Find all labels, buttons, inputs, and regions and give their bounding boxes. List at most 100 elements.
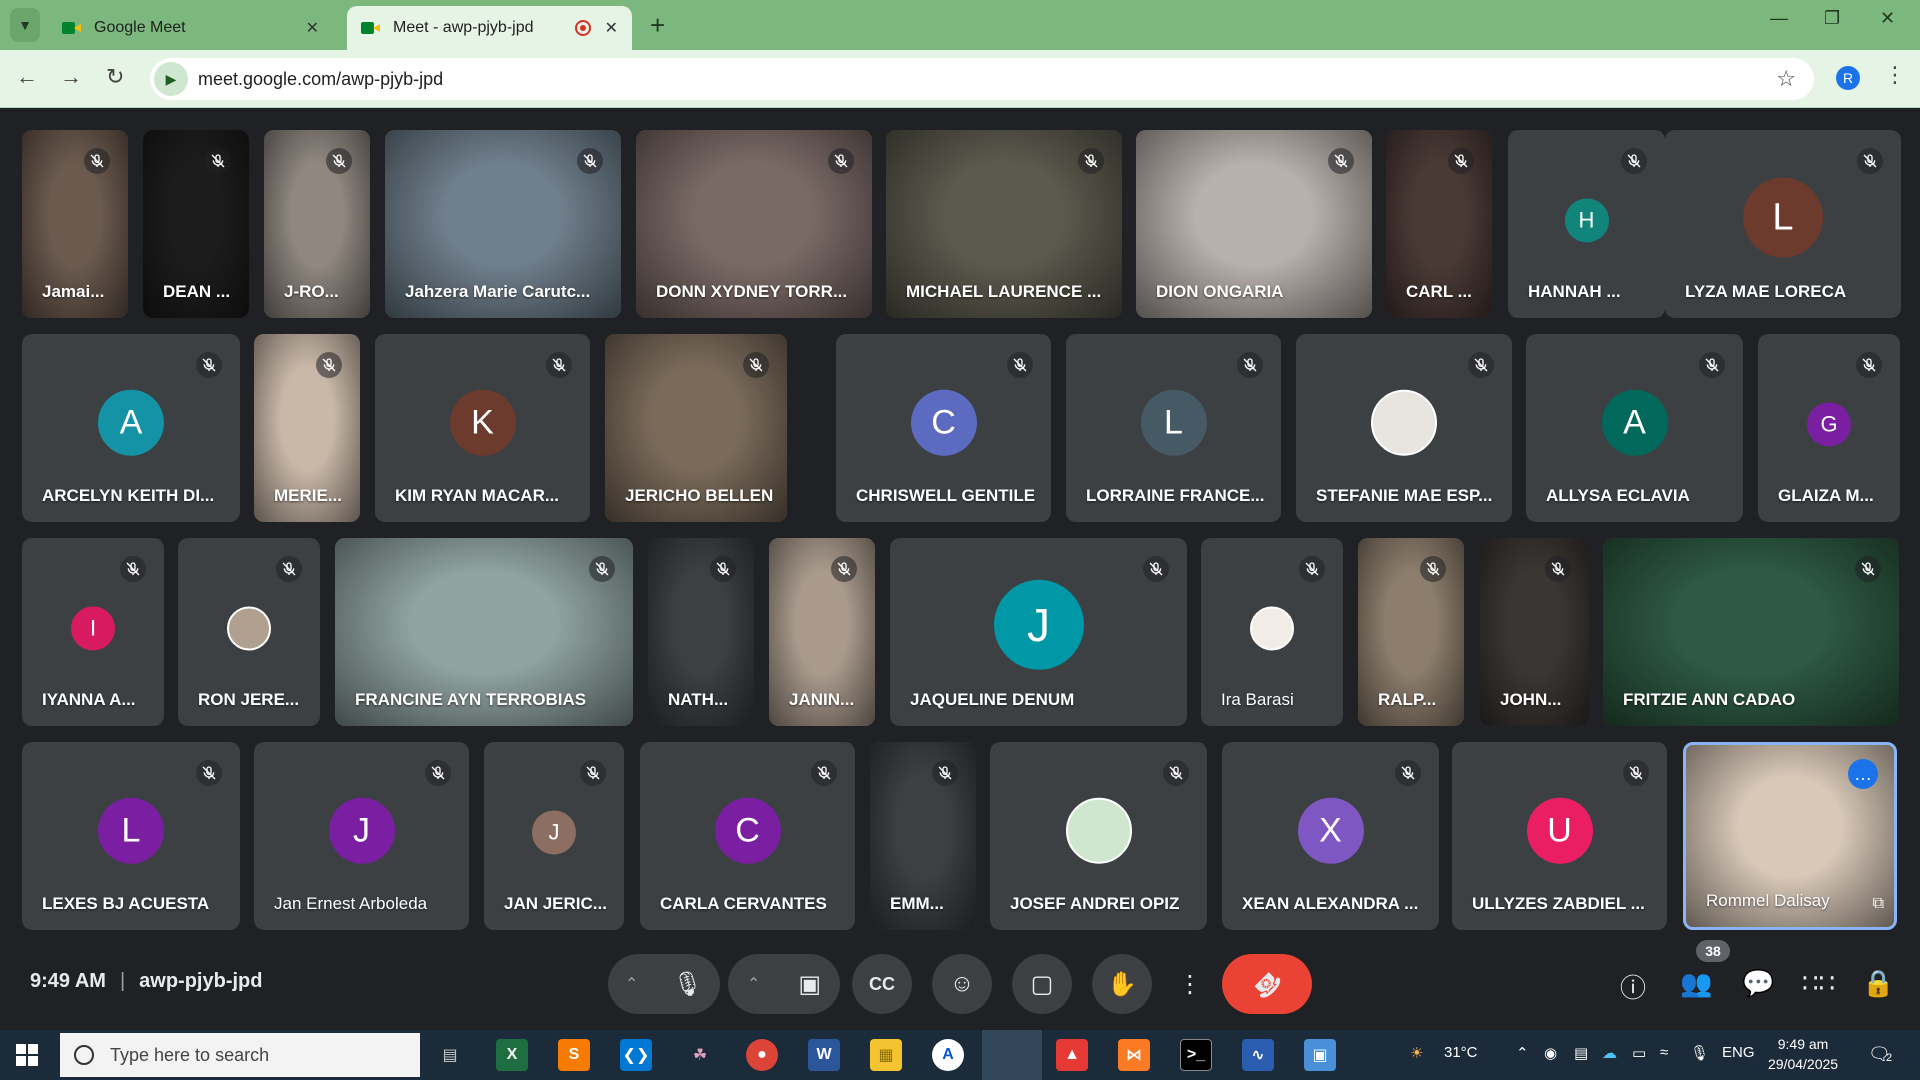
url-field[interactable]: ▶ meet.google.com/awp-pjyb-jpd ☆: [150, 58, 1814, 100]
participant-tile-francine-ayn-terrobias[interactable]: FRANCINE AYN TERROBIAS: [335, 538, 633, 726]
participant-tile-lorraine-france[interactable]: L LORRAINE FRANCE...: [1066, 334, 1281, 522]
tab-close-icon[interactable]: ✕: [306, 18, 319, 38]
participant-tile-emm[interactable]: EMM...: [870, 742, 976, 930]
windows-start-icon[interactable]: [16, 1044, 38, 1066]
sublime-text-icon[interactable]: S: [558, 1039, 590, 1071]
terminal-icon[interactable]: >_: [1180, 1039, 1212, 1071]
participant-tile-ira-barasi[interactable]: Ira Barasi: [1201, 538, 1343, 726]
participant-tile-jahzera-marie-carutc[interactable]: Jahzera Marie Carutc...: [385, 130, 621, 318]
camera-icon[interactable]: ▣: [798, 970, 821, 999]
task-view-icon[interactable]: ▤: [434, 1039, 466, 1071]
word-icon[interactable]: W: [808, 1039, 840, 1071]
participant-tile-nath[interactable]: NATH...: [648, 538, 754, 726]
participant-tile-carl[interactable]: CARL ...: [1386, 130, 1492, 318]
network-tool-icon[interactable]: ∿: [1242, 1039, 1274, 1071]
video-options-chevron-icon[interactable]: ⌃: [747, 974, 760, 994]
tab-search-dropdown-icon[interactable]: ▼: [10, 8, 40, 42]
file-explorer-icon[interactable]: ▦: [870, 1039, 902, 1071]
captions-button[interactable]: CC: [852, 954, 912, 1014]
restore-icon[interactable]: ❐: [1824, 8, 1840, 29]
participant-tile-josef-andrei-opiz[interactable]: JOSEF ANDREI OPIZ: [990, 742, 1207, 930]
participant-tile-carla-cervantes[interactable]: C CARLA CERVANTES: [640, 742, 855, 930]
paint-icon[interactable]: ☘: [684, 1039, 716, 1071]
excel-icon[interactable]: X: [496, 1039, 528, 1071]
vscode-icon[interactable]: ❮❯: [620, 1039, 652, 1071]
activities-icon[interactable]: ∷∷: [1802, 968, 1835, 999]
reload-icon[interactable]: ↻: [106, 64, 124, 90]
bookmark-star-icon[interactable]: ☆: [1776, 66, 1796, 92]
xampp-icon[interactable]: ⋈: [1118, 1039, 1150, 1071]
participant-tile-jan-jeric[interactable]: J JAN JERIC...: [484, 742, 624, 930]
app-store-icon[interactable]: A: [932, 1039, 964, 1071]
participant-tile-ralp[interactable]: RALP...: [1358, 538, 1464, 726]
participant-tile-dean[interactable]: DEAN ...: [143, 130, 249, 318]
new-tab-button[interactable]: +: [650, 10, 665, 41]
participant-tile-j-ro[interactable]: J-RO...: [264, 130, 370, 318]
participant-tile-donn-xydney-torr[interactable]: DONN XYDNEY TORR...: [636, 130, 872, 318]
tab-close-icon[interactable]: ✕: [605, 18, 618, 38]
participant-tile-ron-jere[interactable]: RON JERE...: [178, 538, 320, 726]
participant-tile-allysa-eclavia[interactable]: A ALLYSA ECLAVIA: [1526, 334, 1743, 522]
chrome-icon[interactable]: ●: [746, 1039, 778, 1071]
chat-icon[interactable]: 💬: [1742, 968, 1774, 999]
wifi-icon[interactable]: ≈: [1660, 1044, 1668, 1061]
participant-tile-chriswell-gentile[interactable]: C CHRISWELL GENTILE: [836, 334, 1051, 522]
reactions-button[interactable]: ☺: [932, 954, 992, 1014]
participant-tile-glaiza-m[interactable]: G GLAIZA M...: [1758, 334, 1900, 522]
taskbar-search-box[interactable]: Type here to search: [60, 1033, 420, 1077]
participant-tile-xean-alexandra[interactable]: X XEAN ALEXANDRA ...: [1222, 742, 1439, 930]
participant-tile-dion-ongaria[interactable]: DION ONGARIA: [1136, 130, 1372, 318]
tray-overflow-chevron-icon[interactable]: ⌃: [1516, 1044, 1529, 1062]
leave-call-button[interactable]: ☎: [1222, 954, 1312, 1014]
raise-hand-button[interactable]: ✋: [1092, 954, 1152, 1014]
site-info-icon[interactable]: ▶: [154, 62, 188, 96]
audio-options-chevron-icon[interactable]: ⌃: [625, 974, 638, 994]
participant-tile-rommel-dalisay[interactable]: … ⧉ Rommel Dalisay: [1683, 742, 1897, 930]
participant-tile-ullyzes-zabdiel[interactable]: U ULLYZES ZABDIEL ...: [1452, 742, 1667, 930]
remote-desktop-icon[interactable]: ▣: [1304, 1039, 1336, 1071]
tray-mic-icon[interactable]: 🎙: [1690, 1044, 1709, 1062]
minimize-icon[interactable]: —: [1770, 8, 1788, 29]
back-icon[interactable]: ←: [16, 64, 38, 90]
participant-tile-merie[interactable]: MERIE...: [254, 334, 360, 522]
tab-meet-call[interactable]: Meet - awp-pjyb-jpd ✕: [347, 6, 632, 50]
participant-tile-jan-ernest-arboleda[interactable]: J Jan Ernest Arboleda: [254, 742, 469, 930]
participant-tile-janin[interactable]: JANIN...: [769, 538, 875, 726]
battery-icon[interactable]: ▭: [1632, 1044, 1646, 1062]
participant-tile-iyanna-a[interactable]: I IYANNA A...: [22, 538, 164, 726]
window-close-icon[interactable]: ✕: [1880, 8, 1895, 29]
participant-tile-john[interactable]: JOHN...: [1480, 538, 1589, 726]
tab-google-meet[interactable]: Google Meet ✕: [48, 6, 333, 50]
host-controls-icon[interactable]: 🔒: [1862, 968, 1894, 999]
profile-avatar[interactable]: R: [1836, 66, 1860, 90]
participant-tile-lyza-mae-loreca[interactable]: L LYZA MAE LORECA: [1665, 130, 1901, 318]
participant-tile-lexes-bj-acuesta[interactable]: L LEXES BJ ACUESTA: [22, 742, 240, 930]
participant-tile-jaqueline-denum[interactable]: J JAQUELINE DENUM: [890, 538, 1187, 726]
meeting-details-icon[interactable]: ⓘ: [1620, 968, 1646, 1005]
forward-icon[interactable]: →: [60, 64, 82, 90]
browser-tab-bar: ▼ Google Meet ✕ Meet - awp-pjyb-jpd ✕ + …: [0, 0, 1920, 50]
acrobat-icon[interactable]: ▲: [1056, 1039, 1088, 1071]
participant-tile-stefanie-mae-esp[interactable]: STEFANIE MAE ESP...: [1296, 334, 1512, 522]
tile-more-options-icon[interactable]: …: [1848, 759, 1878, 789]
participant-name: IYANNA A...: [42, 690, 136, 709]
participant-tile-kim-ryan-macar[interactable]: K KIM RYAN MACAR...: [375, 334, 590, 522]
participant-tile-fritzie-ann-cadao[interactable]: FRITZIE ANN CADAO: [1603, 538, 1899, 726]
onedrive-icon[interactable]: ☁: [1602, 1044, 1617, 1062]
microphone-icon[interactable]: 🎙: [673, 970, 703, 999]
weather-temp[interactable]: 31°C: [1444, 1044, 1478, 1061]
people-icon[interactable]: 👥: [1680, 968, 1712, 999]
participant-tile-hannah[interactable]: H HANNAH ...: [1508, 130, 1665, 318]
participant-tile-michael-laurence[interactable]: MICHAEL LAURENCE ...: [886, 130, 1122, 318]
browser-menu-icon[interactable]: ⋮: [1884, 62, 1906, 88]
picture-in-picture-icon[interactable]: ⧉: [1873, 895, 1884, 913]
tray-record-icon[interactable]: ◉: [1544, 1044, 1557, 1062]
participant-tile-jericho-bellen[interactable]: JERICHO BELLEN: [605, 334, 787, 522]
participant-tile-jamai[interactable]: Jamai...: [22, 130, 128, 318]
system-clock[interactable]: 9:49 am 29/04/2025: [1768, 1034, 1838, 1074]
more-options-button[interactable]: ⋮: [1172, 954, 1208, 1014]
input-language[interactable]: ENG: [1722, 1044, 1755, 1061]
tray-meet-icon[interactable]: ▤: [1574, 1044, 1588, 1062]
present-button[interactable]: ▢: [1012, 954, 1072, 1014]
participant-tile-arcelyn-keith-di[interactable]: A ARCELYN KEITH DI...: [22, 334, 240, 522]
